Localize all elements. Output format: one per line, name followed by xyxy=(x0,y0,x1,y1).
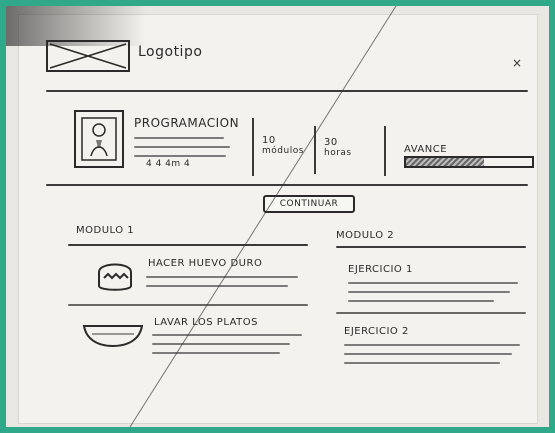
wireframe-frame: Logotipo × PROGRAMACION 4 4 4m 4 10 módu… xyxy=(6,6,549,427)
diagonal-line xyxy=(129,6,397,427)
